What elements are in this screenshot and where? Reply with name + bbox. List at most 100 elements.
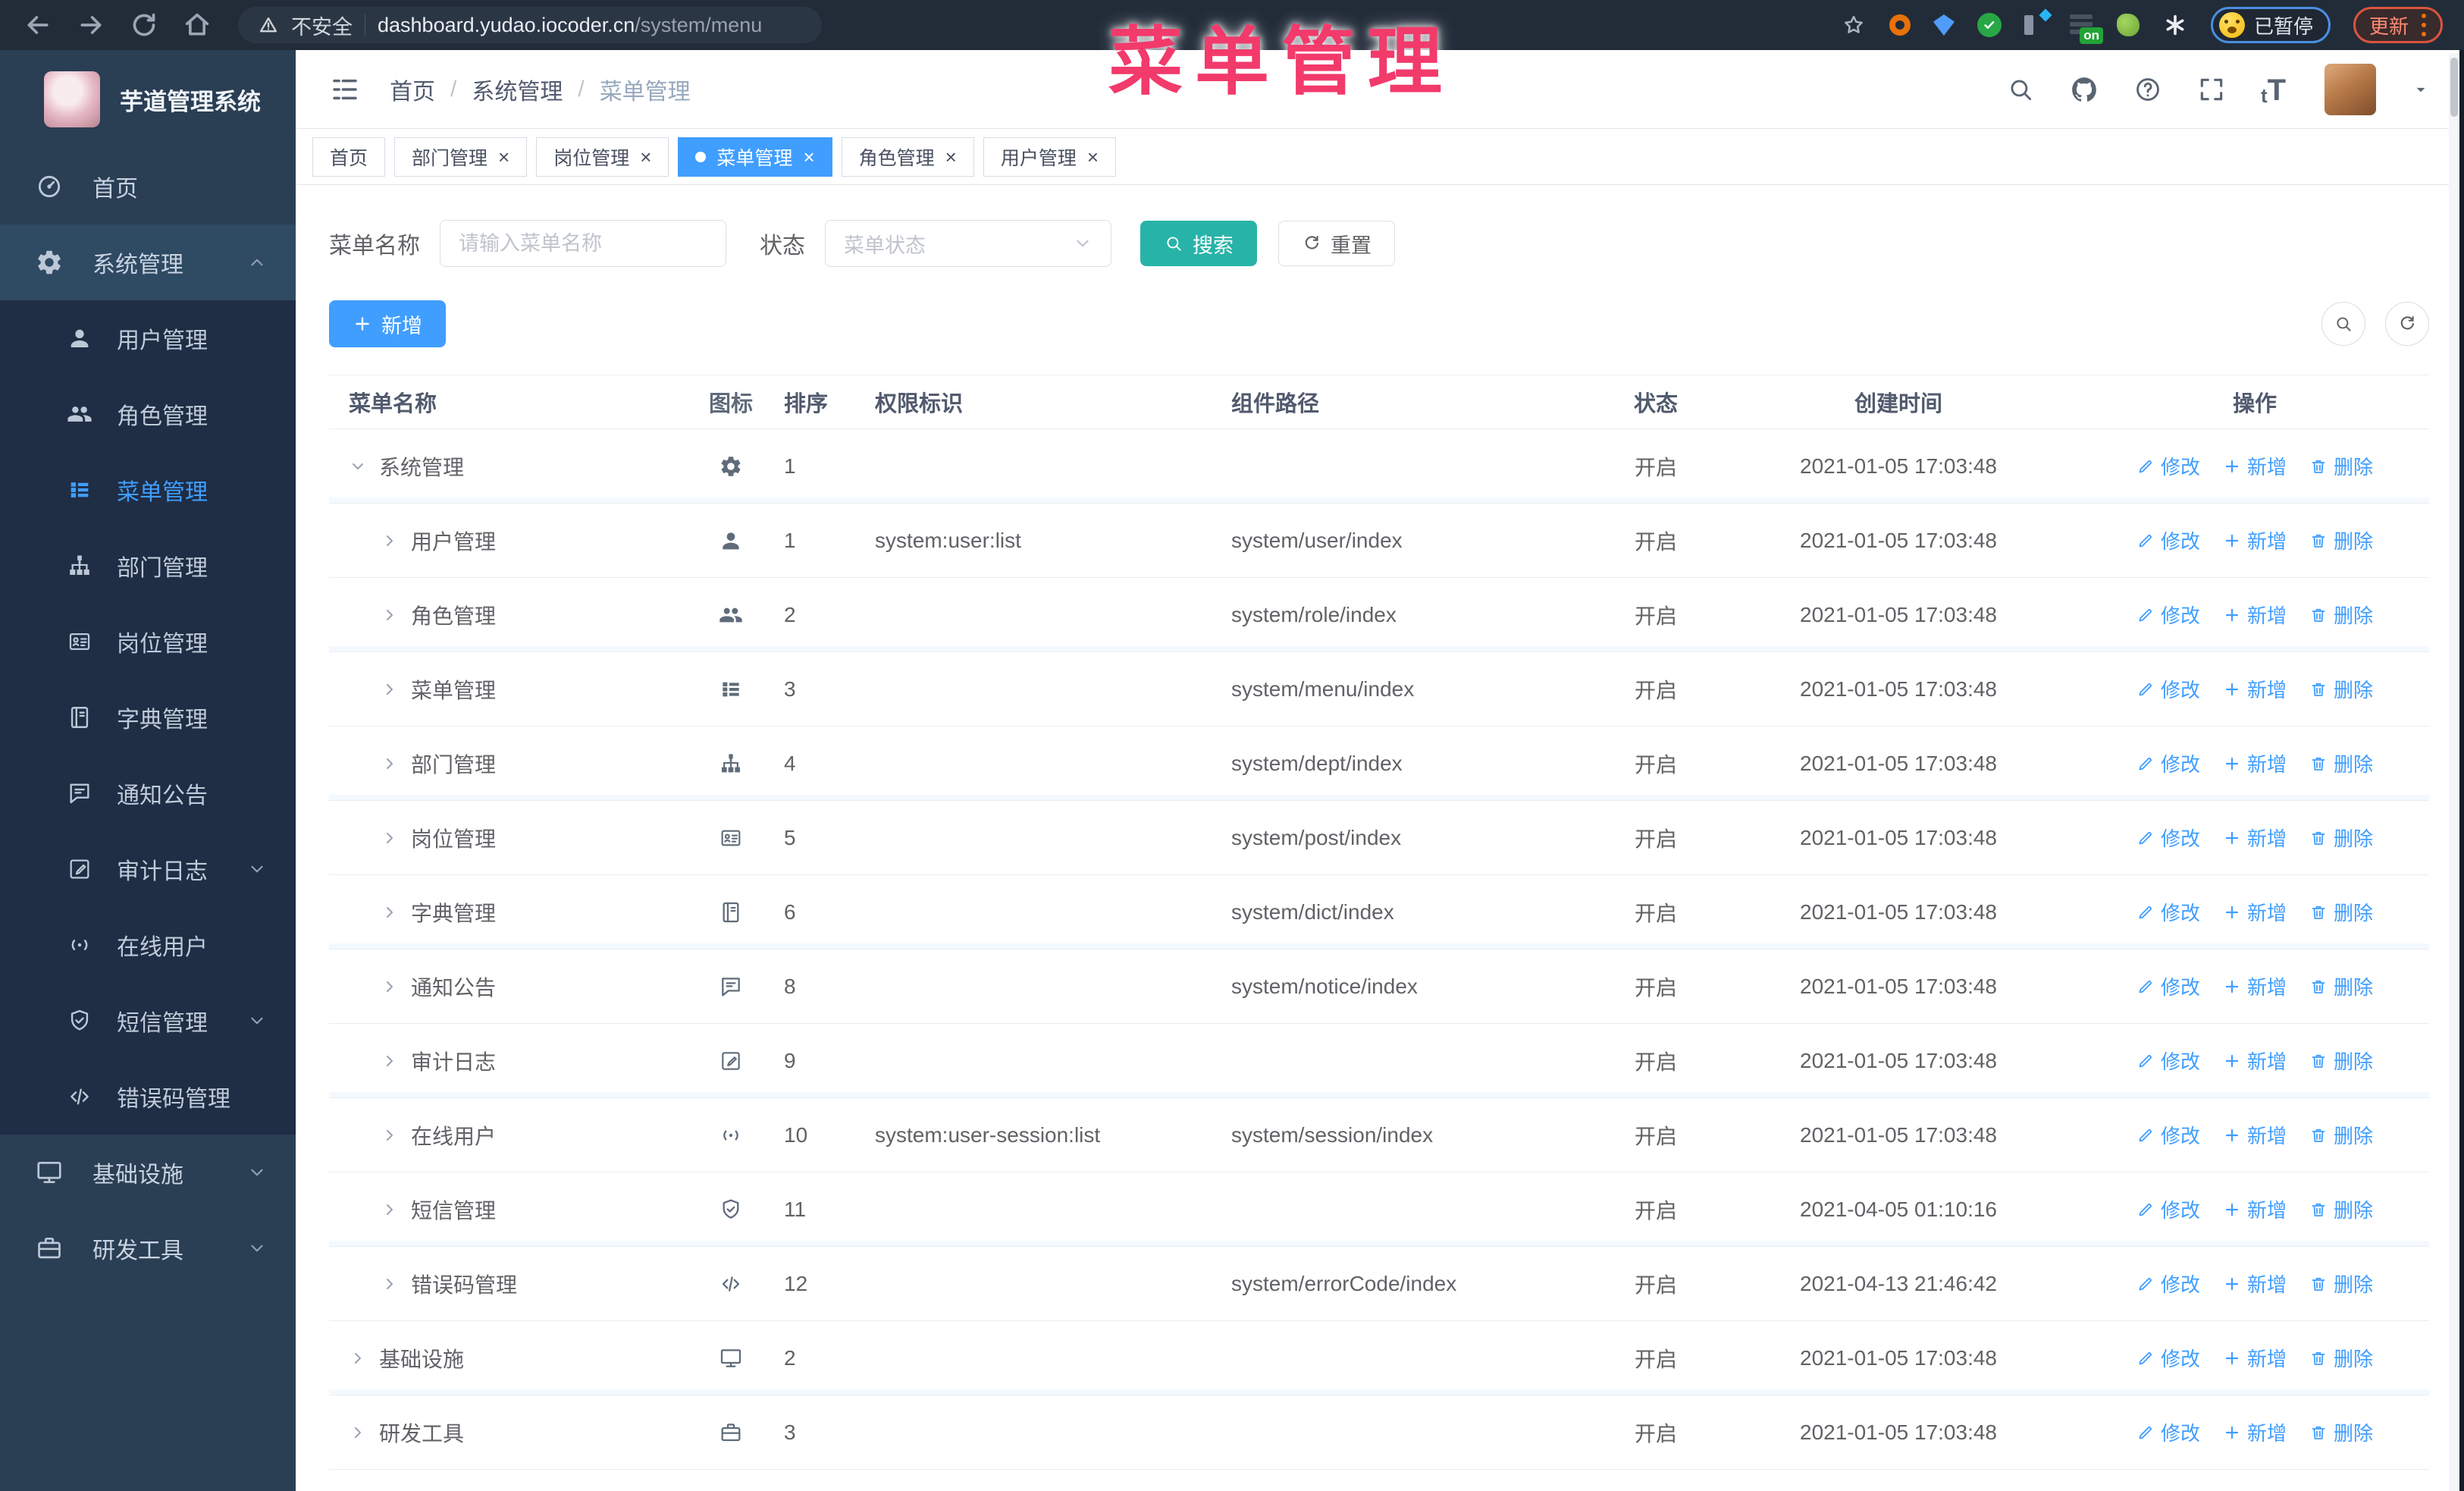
page-scrollbar[interactable] <box>2449 53 2459 1491</box>
refresh-table-button[interactable] <box>2385 302 2429 346</box>
action-修改[interactable]: 修改 <box>2136 452 2200 480</box>
action-删除[interactable]: 删除 <box>2309 972 2373 1000</box>
action-新增[interactable]: 新增 <box>2223 675 2287 703</box>
sidebar-item-13[interactable]: 基础设施 <box>0 1135 296 1210</box>
action-新增[interactable]: 新增 <box>2223 972 2287 1000</box>
chevron-right-icon[interactable] <box>349 1424 367 1442</box>
action-删除[interactable]: 删除 <box>2309 1418 2373 1446</box>
action-新增[interactable]: 新增 <box>2223 601 2287 629</box>
action-修改[interactable]: 修改 <box>2136 898 2200 926</box>
table-row[interactable]: 研发工具 3 开启 2021-01-05 17:03:48 修改 新增 删除 <box>329 1395 2429 1470</box>
sidebar-item-11[interactable]: 短信管理 <box>0 983 296 1059</box>
table-row[interactable]: 部门管理 4 system/dept/index 开启 2021-01-05 1… <box>329 727 2429 801</box>
close-icon[interactable]: × <box>1087 147 1099 167</box>
user-avatar[interactable] <box>2324 63 2376 115</box>
tab-部门管理[interactable]: 部门管理 × <box>394 137 528 177</box>
chevron-right-icon[interactable] <box>381 978 399 996</box>
action-修改[interactable]: 修改 <box>2136 1344 2200 1372</box>
sidebar-item-4[interactable]: 菜单管理 <box>0 452 296 528</box>
action-删除[interactable]: 删除 <box>2309 749 2373 777</box>
action-新增[interactable]: 新增 <box>2223 1344 2287 1372</box>
action-删除[interactable]: 删除 <box>2309 1270 2373 1298</box>
chevron-right-icon[interactable] <box>381 755 399 773</box>
browser-home-icon[interactable] <box>182 10 212 40</box>
action-修改[interactable]: 修改 <box>2136 601 2200 629</box>
table-row[interactable]: 基础设施 2 开启 2021-01-05 17:03:48 修改 新增 删除 <box>329 1321 2429 1395</box>
sidebar-item-9[interactable]: 审计日志 <box>0 831 296 907</box>
chevron-right-icon[interactable] <box>381 829 399 847</box>
search-icon[interactable] <box>2006 75 2035 104</box>
table-row[interactable]: 菜单管理 3 system/menu/index 开启 2021-01-05 1… <box>329 652 2429 727</box>
chevron-right-icon[interactable] <box>381 680 399 698</box>
action-新增[interactable]: 新增 <box>2223 452 2287 480</box>
sidebar-item-2[interactable]: 用户管理 <box>0 300 296 376</box>
table-row[interactable]: 用户管理 1 system:user:list system/user/inde… <box>329 504 2429 578</box>
chevron-right-icon[interactable] <box>381 1275 399 1293</box>
question-icon[interactable] <box>2133 75 2162 104</box>
extension-check-icon[interactable] <box>1977 13 2002 37</box>
action-修改[interactable]: 修改 <box>2136 1195 2200 1223</box>
action-删除[interactable]: 删除 <box>2309 601 2373 629</box>
chevron-right-icon[interactable] <box>381 1126 399 1144</box>
github-icon[interactable] <box>2070 75 2099 104</box>
chevron-right-icon[interactable] <box>349 1349 367 1367</box>
sidebar-item-5[interactable]: 部门管理 <box>0 528 296 604</box>
tab-菜单管理[interactable]: 菜单管理 × <box>678 137 832 177</box>
close-icon[interactable]: × <box>945 147 957 167</box>
app-logo-row[interactable]: 芋道管理系统 <box>0 50 296 149</box>
close-icon[interactable]: × <box>803 147 814 167</box>
close-icon[interactable]: × <box>640 147 651 167</box>
extension-list-icon[interactable]: on <box>2069 14 2103 44</box>
address-bar[interactable]: 不安全 dashboard.yudao.iocoder.cn/system/me… <box>238 7 822 43</box>
close-icon[interactable]: × <box>498 147 509 167</box>
tab-角色管理[interactable]: 角色管理 × <box>841 137 974 177</box>
action-删除[interactable]: 删除 <box>2309 452 2373 480</box>
action-删除[interactable]: 删除 <box>2309 1344 2373 1372</box>
action-删除[interactable]: 删除 <box>2309 526 2373 554</box>
sidebar-item-14[interactable]: 研发工具 <box>0 1210 296 1286</box>
chevron-right-icon[interactable] <box>381 532 399 550</box>
action-修改[interactable]: 修改 <box>2136 526 2200 554</box>
action-新增[interactable]: 新增 <box>2223 1270 2287 1298</box>
add-button[interactable]: 新增 <box>329 300 446 347</box>
update-browser-button[interactable]: 更新 <box>2353 7 2443 43</box>
sidebar-item-1[interactable]: 系统管理 <box>0 224 296 300</box>
breadcrumb-item[interactable]: 系统管理 <box>472 73 563 106</box>
table-row[interactable]: 岗位管理 5 system/post/index 开启 2021-01-05 1… <box>329 801 2429 875</box>
sidebar-item-8[interactable]: 通知公告 <box>0 755 296 831</box>
fullscreen-icon[interactable] <box>2197 75 2226 104</box>
paused-extension-pill[interactable]: 已暂停 <box>2210 7 2331 43</box>
scrollbar-thumb[interactable] <box>2450 58 2458 117</box>
chevron-right-icon[interactable] <box>381 1052 399 1070</box>
extension-dino-icon[interactable] <box>2116 14 2140 36</box>
menu-name-input[interactable] <box>440 220 726 267</box>
browser-menu-dots-icon[interactable] <box>2421 12 2427 38</box>
sidebar-item-10[interactable]: 在线用户 <box>0 907 296 983</box>
action-新增[interactable]: 新增 <box>2223 1418 2287 1446</box>
toggle-search-button[interactable] <box>2321 302 2365 346</box>
action-删除[interactable]: 删除 <box>2309 675 2373 703</box>
action-修改[interactable]: 修改 <box>2136 749 2200 777</box>
action-修改[interactable]: 修改 <box>2136 1047 2200 1075</box>
chevron-right-icon[interactable] <box>381 606 399 624</box>
action-修改[interactable]: 修改 <box>2136 1121 2200 1149</box>
action-新增[interactable]: 新增 <box>2223 824 2287 852</box>
browser-reload-icon[interactable] <box>129 10 159 40</box>
tab-岗位管理[interactable]: 岗位管理 × <box>536 137 669 177</box>
table-row[interactable]: 角色管理 2 system/role/index 开启 2021-01-05 1… <box>329 578 2429 652</box>
caret-down-icon[interactable] <box>2411 80 2431 99</box>
action-修改[interactable]: 修改 <box>2136 675 2200 703</box>
table-row[interactable]: 错误码管理 12 system/errorCode/index 开启 2021-… <box>329 1247 2429 1321</box>
action-修改[interactable]: 修改 <box>2136 824 2200 852</box>
action-修改[interactable]: 修改 <box>2136 972 2200 1000</box>
extension-gem-icon[interactable] <box>1933 14 1955 36</box>
action-删除[interactable]: 删除 <box>2309 1195 2373 1223</box>
extension-ubuntu-icon[interactable] <box>1889 14 1911 36</box>
action-删除[interactable]: 删除 <box>2309 898 2373 926</box>
action-新增[interactable]: 新增 <box>2223 526 2287 554</box>
tab-首页[interactable]: 首页 <box>312 137 386 177</box>
fontsize-icon[interactable]: tT <box>2261 75 2290 105</box>
table-row[interactable]: 字典管理 6 system/dict/index 开启 2021-01-05 1… <box>329 875 2429 950</box>
action-修改[interactable]: 修改 <box>2136 1270 2200 1298</box>
action-新增[interactable]: 新增 <box>2223 1047 2287 1075</box>
